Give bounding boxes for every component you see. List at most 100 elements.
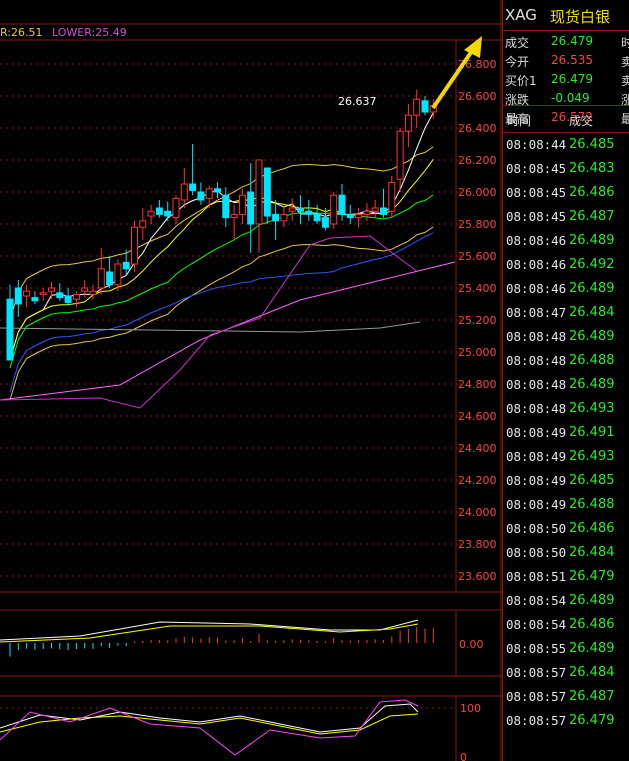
trade-time: 08:08:49 <box>506 473 567 488</box>
quote-label: 成交 <box>505 36 530 50</box>
candle-body <box>197 191 205 201</box>
trade-time: 08:08:48 <box>506 329 567 344</box>
price-tick-label: 24.800 <box>458 378 497 391</box>
candle-body <box>72 293 80 300</box>
trade-time: 08:08:48 <box>506 353 567 368</box>
trade-price: 26.492 <box>569 257 615 272</box>
trade-price: 26.484 <box>569 545 615 560</box>
quote-summary: 成交 26.479 时今开 26.535 卖买价1 26.479 卖涨跌 -0.049 涨最高 2… <box>503 31 629 126</box>
trade-price: 26.479 <box>569 569 615 584</box>
trade-row: 08:08:45 26.487 <box>503 205 629 229</box>
candle-body <box>288 207 296 212</box>
upper-band-label: R:26.51 <box>0 26 43 39</box>
price-tick-label: 24.400 <box>458 442 497 455</box>
trade-time: 08:08:57 <box>506 665 567 680</box>
candle-body <box>413 98 421 116</box>
trade-row: 08:08:48 26.489 <box>503 373 629 397</box>
candle-body <box>396 130 404 180</box>
symbol-header: XAG 现货白银 <box>503 0 629 31</box>
candle-body <box>189 183 197 191</box>
trade-time: 08:08:48 <box>506 401 567 416</box>
trade-time: 08:08:51 <box>506 569 567 584</box>
trade-row: 08:08:49 26.493 <box>503 445 629 469</box>
trade-row: 08:08:46 26.492 <box>503 253 629 277</box>
candle-body <box>131 226 138 265</box>
candle-body <box>363 210 371 215</box>
candle-body <box>321 217 329 228</box>
quote-extra-label: 时 <box>621 36 629 50</box>
candle-body <box>64 295 72 303</box>
symbol-code: XAG <box>505 6 537 24</box>
trade-price: 26.487 <box>569 689 615 704</box>
price-tick-label: 25.600 <box>458 250 497 263</box>
quote-value: 26.479 <box>551 72 593 86</box>
trade-time: 08:08:50 <box>506 521 567 536</box>
candle-body <box>114 263 122 286</box>
trade-row: 08:08:48 26.493 <box>503 397 629 421</box>
candle-body <box>172 197 180 219</box>
trade-row: 08:08:47 26.484 <box>503 301 629 325</box>
trade-time: 08:08:46 <box>506 257 567 272</box>
trade-time: 08:08:57 <box>506 689 567 704</box>
trade-time: 08:08:48 <box>506 377 567 392</box>
price-tick-label: 23.800 <box>458 538 497 551</box>
price-column-header: 成交 <box>569 114 594 128</box>
trade-price: 26.491 <box>569 425 615 440</box>
macd-axis-label: 0.00 <box>459 638 484 651</box>
macd-dif-line <box>0 619 419 641</box>
ma20-line <box>9 194 434 369</box>
quote-value: 26.535 <box>551 53 593 67</box>
candle-body <box>14 287 22 305</box>
trade-price: 26.486 <box>569 185 615 200</box>
trade-time: 08:08:49 <box>506 497 567 512</box>
trade-row: 08:08:48 26.489 <box>503 325 629 349</box>
trade-time: 08:08:54 <box>506 617 567 632</box>
candle-body <box>346 213 354 219</box>
time-column-header: 时间 <box>507 114 532 128</box>
kline-chart[interactable]: 26.80026.60026.40026.20026.00025.80025.6… <box>0 0 502 761</box>
lower-band-label: LOWER:25.49 <box>52 26 127 39</box>
candle-body <box>147 210 155 217</box>
price-tick-label: 26.000 <box>458 186 497 199</box>
price-tick-label: 25.200 <box>458 314 497 327</box>
candle-body <box>205 188 213 199</box>
candle-body <box>380 207 387 215</box>
candle-body <box>214 188 221 193</box>
trade-price: 26.487 <box>569 209 615 224</box>
trade-row: 08:08:50 26.486 <box>503 517 629 541</box>
quote-value: 26.479 <box>551 34 593 48</box>
candle-body <box>81 287 89 292</box>
trade-time: 08:08:46 <box>506 281 567 296</box>
candle-body <box>330 194 338 225</box>
trade-time: 08:08:49 <box>506 425 567 440</box>
trade-time: 08:08:45 <box>506 209 567 224</box>
trade-price: 26.488 <box>569 353 615 368</box>
trade-row: 08:08:50 26.484 <box>503 541 629 565</box>
candle-body <box>313 213 321 222</box>
trade-list[interactable]: 08:08:44 26.485 08:08:45 26.483 08:08:45 26.4… <box>503 133 629 733</box>
trade-price: 26.489 <box>569 377 615 392</box>
arrow-icon <box>431 36 482 110</box>
trade-price: 26.489 <box>569 329 615 344</box>
candle-body <box>48 287 55 292</box>
candle-body <box>89 290 97 295</box>
trade-row: 08:08:57 26.487 <box>503 685 629 709</box>
trade-row: 08:08:49 26.488 <box>503 493 629 517</box>
trade-row: 08:08:54 26.486 <box>503 613 629 637</box>
quote-row: 涨跌 -0.049 涨 <box>503 88 629 107</box>
trade-price: 26.493 <box>569 401 615 416</box>
quote-label: 买价1 <box>505 74 537 88</box>
quote-row: 今开 26.535 卖 <box>503 50 629 69</box>
candle-body <box>122 261 130 270</box>
candle-body <box>6 298 14 361</box>
trade-time: 08:08:54 <box>506 593 567 608</box>
symbol-name: 现货白银 <box>550 8 611 26</box>
candle-body <box>155 207 163 215</box>
quote-value: -0.049 <box>551 91 590 105</box>
candle-body <box>371 207 379 212</box>
quote-row: 成交 26.479 时 <box>503 31 629 50</box>
trade-price: 26.489 <box>569 641 615 656</box>
trade-time: 08:08:57 <box>506 713 567 728</box>
trade-time: 08:08:44 <box>506 137 567 152</box>
trade-row: 08:08:46 26.489 <box>503 277 629 301</box>
